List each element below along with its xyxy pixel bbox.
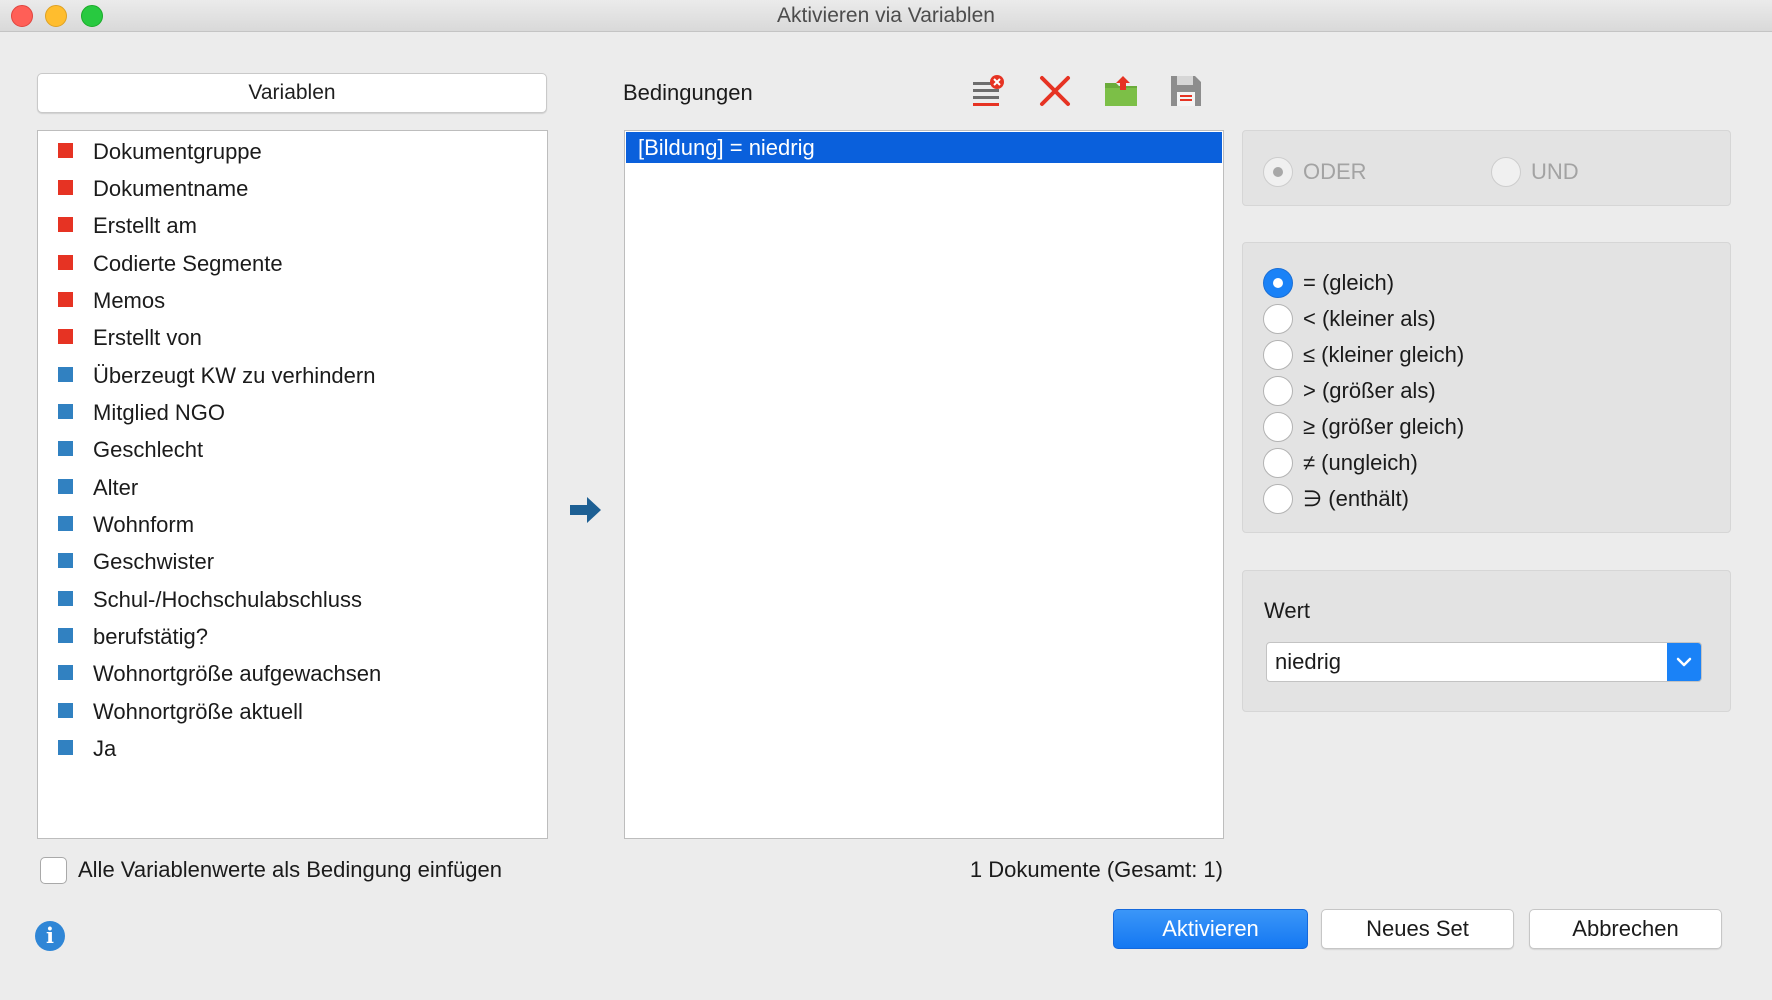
radio-dot bbox=[1273, 278, 1283, 288]
conditions-list[interactable]: [Bildung] = niedrig bbox=[624, 130, 1224, 839]
dialog-window: Aktivieren via Variablen Variablen Dokum… bbox=[0, 0, 1772, 1000]
variable-item[interactable]: Alter bbox=[38, 467, 547, 509]
operator-label: ≠ (ungleich) bbox=[1303, 450, 1418, 475]
add-condition-arrow-icon[interactable] bbox=[570, 496, 602, 524]
value-label: Wert bbox=[1264, 598, 1311, 623]
oder-label: ODER bbox=[1303, 159, 1367, 184]
operator-radio-contains[interactable] bbox=[1263, 484, 1293, 514]
variable-label: berufstätig? bbox=[93, 624, 208, 649]
operator-radio-not-equal[interactable] bbox=[1263, 448, 1293, 478]
variable-color-square bbox=[58, 367, 73, 382]
variable-item[interactable]: Ja bbox=[38, 728, 547, 770]
oder-radio[interactable] bbox=[1263, 157, 1293, 187]
title-bar[interactable]: Aktivieren via Variablen bbox=[0, 0, 1772, 32]
variable-item[interactable]: Erstellt von bbox=[38, 317, 547, 359]
variable-color-square bbox=[58, 479, 73, 494]
window-title: Aktivieren via Variablen bbox=[777, 4, 995, 27]
variable-label: Erstellt am bbox=[93, 213, 197, 238]
variable-item[interactable]: Geschwister bbox=[38, 541, 547, 583]
operator-label: = (gleich) bbox=[1303, 270, 1395, 295]
variable-item[interactable]: Wohnortgröße aktuell bbox=[38, 691, 547, 733]
und-radio[interactable] bbox=[1491, 157, 1521, 187]
value-panel bbox=[1242, 570, 1731, 712]
variable-color-square bbox=[58, 180, 73, 195]
und-label: UND bbox=[1531, 159, 1579, 184]
operator-radio-equal[interactable] bbox=[1263, 268, 1293, 298]
variable-label: Ja bbox=[93, 736, 117, 761]
variable-label: Geschlecht bbox=[93, 437, 204, 462]
variable-color-square bbox=[58, 591, 73, 606]
variable-label: Erstellt von bbox=[93, 325, 202, 350]
variable-label: Überzeugt KW zu verhindern bbox=[93, 363, 376, 388]
save-icon[interactable] bbox=[1169, 74, 1203, 108]
variable-item[interactable]: berufstätig? bbox=[38, 616, 547, 658]
variable-label: Wohnortgröße aktuell bbox=[93, 699, 303, 724]
operator-radio-greater[interactable] bbox=[1263, 376, 1293, 406]
cancel-button[interactable]: Abbrechen bbox=[1529, 909, 1722, 949]
variable-color-square bbox=[58, 292, 73, 307]
variable-color-square bbox=[58, 516, 73, 531]
chevron-down-icon[interactable] bbox=[1667, 643, 1701, 681]
variable-color-square bbox=[58, 441, 73, 456]
variables-button[interactable]: Variablen bbox=[37, 73, 547, 113]
variable-color-square bbox=[58, 255, 73, 270]
delete-icon[interactable] bbox=[1038, 74, 1072, 108]
operator-label: ∋ (enthält) bbox=[1303, 486, 1409, 511]
variable-color-square bbox=[58, 740, 73, 755]
operator-radio-less-equal[interactable] bbox=[1263, 340, 1293, 370]
variable-color-square bbox=[58, 404, 73, 419]
variable-label: Mitglied NGO bbox=[93, 400, 226, 425]
variable-color-square bbox=[58, 329, 73, 344]
clear-list-icon[interactable] bbox=[972, 74, 1006, 108]
variable-label: Alter bbox=[93, 475, 139, 500]
variable-item[interactable]: Codierte Segmente bbox=[38, 243, 547, 285]
variable-item[interactable]: Überzeugt KW zu verhindern bbox=[38, 355, 547, 397]
document-count: 1 Dokumente (Gesamt: 1) bbox=[969, 857, 1223, 882]
variable-label: Wohnortgröße aufgewachsen bbox=[93, 661, 382, 686]
variables-list[interactable]: Dokumentgruppe Dokumentname Erstellt am … bbox=[37, 130, 548, 839]
variable-label: Geschwister bbox=[93, 549, 215, 574]
condition-text: [Bildung] = niedrig bbox=[638, 135, 815, 160]
open-folder-icon[interactable] bbox=[1104, 74, 1138, 108]
conditions-title: Bedingungen bbox=[623, 80, 753, 105]
operator-label: ≤ (kleiner gleich) bbox=[1303, 342, 1465, 367]
operator-label: ≥ (größer gleich) bbox=[1303, 414, 1465, 439]
variable-color-square bbox=[58, 703, 73, 718]
insert-all-values-checkbox[interactable] bbox=[40, 857, 67, 884]
variable-color-square bbox=[58, 628, 73, 643]
operator-radio-less[interactable] bbox=[1263, 304, 1293, 334]
insert-all-values-label[interactable]: Alle Variablenwerte als Bedingung einfüg… bbox=[78, 855, 502, 885]
variable-color-square bbox=[58, 217, 73, 232]
variable-label: Dokumentname bbox=[93, 176, 249, 201]
variable-item[interactable]: Dokumentname bbox=[38, 168, 547, 210]
variable-label: Schul-/Hochschulabschluss bbox=[93, 587, 363, 612]
radio-dot bbox=[1273, 167, 1283, 177]
value-select-text: niedrig bbox=[1275, 649, 1342, 674]
variable-color-square bbox=[58, 143, 73, 158]
variable-item[interactable]: Geschlecht bbox=[38, 429, 547, 471]
variable-item[interactable]: Memos bbox=[38, 280, 547, 322]
new-set-button[interactable]: Neues Set bbox=[1321, 909, 1514, 949]
variable-label: Codierte Segmente bbox=[93, 251, 283, 276]
variable-item[interactable]: Wohnortgröße aufgewachsen bbox=[38, 653, 547, 695]
variable-item[interactable]: Wohnform bbox=[38, 504, 547, 546]
variable-label: Wohnform bbox=[93, 512, 195, 537]
variable-label: Dokumentgruppe bbox=[93, 139, 262, 164]
operator-label: > (größer als) bbox=[1303, 378, 1436, 403]
variable-item[interactable]: Erstellt am bbox=[38, 205, 547, 247]
value-select[interactable]: niedrig bbox=[1266, 642, 1702, 682]
variable-item[interactable]: Mitglied NGO bbox=[38, 392, 547, 434]
condition-item[interactable]: [Bildung] = niedrig bbox=[626, 132, 1222, 163]
variable-color-square bbox=[58, 665, 73, 680]
variable-color-square bbox=[58, 553, 73, 568]
variable-label: Memos bbox=[93, 288, 166, 313]
operator-radio-greater-equal[interactable] bbox=[1263, 412, 1293, 442]
operator-label: < (kleiner als) bbox=[1303, 306, 1436, 331]
info-icon[interactable]: i bbox=[35, 921, 65, 951]
activate-button[interactable]: Aktivieren bbox=[1113, 909, 1308, 949]
variable-item[interactable]: Dokumentgruppe bbox=[38, 131, 547, 173]
variable-item[interactable]: Schul-/Hochschulabschluss bbox=[38, 579, 547, 621]
